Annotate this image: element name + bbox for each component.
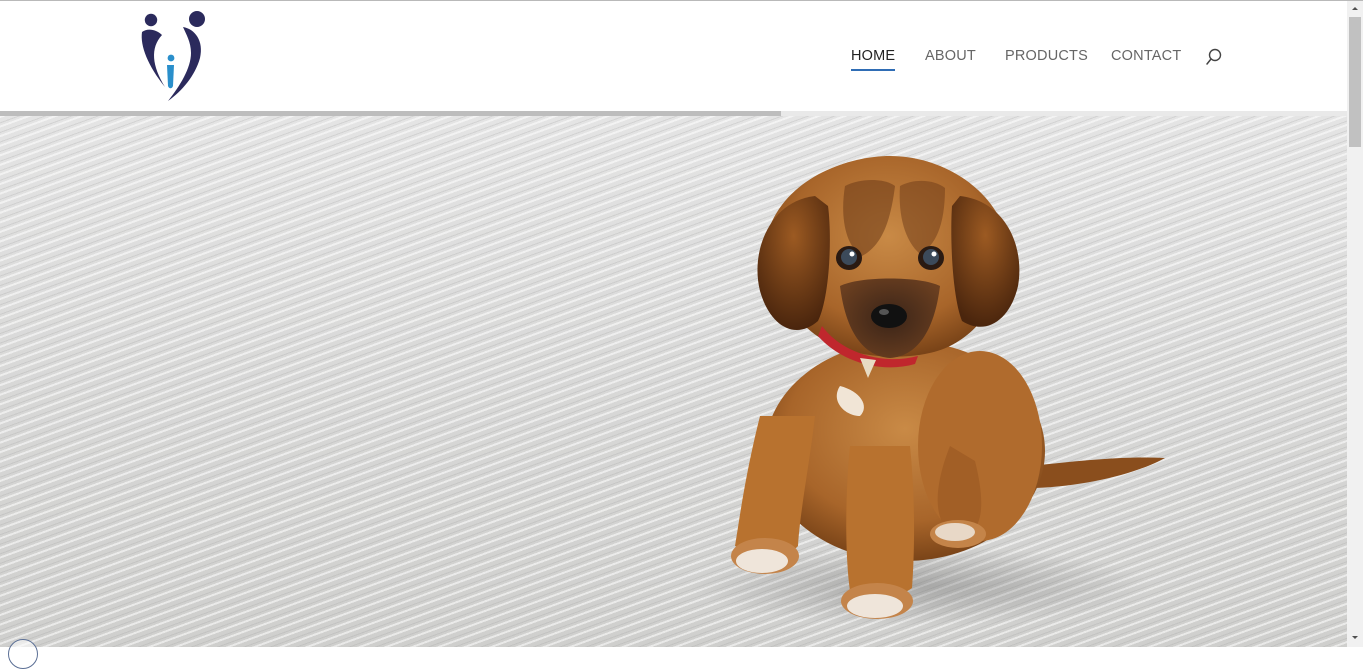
page-scrollbar[interactable] [1347, 1, 1363, 647]
scroll-thumb[interactable] [1349, 17, 1361, 147]
site-header: HOME ABOUT PRODUCTS CONTACT [0, 1, 1347, 112]
scroll-down-button[interactable] [1347, 629, 1363, 647]
chevron-up-icon [1352, 7, 1358, 10]
search-icon [1206, 48, 1222, 65]
nav-products[interactable]: PRODUCTS [1005, 48, 1088, 64]
scroll-up-button[interactable] [1347, 1, 1363, 16]
circle-badge-icon[interactable] [8, 639, 38, 669]
nav-home[interactable]: HOME [851, 48, 896, 71]
active-underline [851, 69, 896, 71]
chevron-down-icon [1352, 636, 1358, 639]
nav-contact-label: CONTACT [1111, 48, 1182, 64]
site-logo[interactable] [136, 10, 210, 104]
puppy-photo [690, 156, 1165, 626]
nav-about-label: ABOUT [925, 48, 976, 64]
nav-home-label: HOME [851, 48, 896, 64]
family-heart-logo-icon [141, 11, 205, 101]
nav-about[interactable]: ABOUT [925, 48, 976, 64]
hero-banner [0, 116, 1347, 647]
search-button[interactable] [1204, 47, 1224, 67]
nav-products-label: PRODUCTS [1005, 48, 1088, 64]
nav-contact[interactable]: CONTACT [1111, 48, 1181, 64]
